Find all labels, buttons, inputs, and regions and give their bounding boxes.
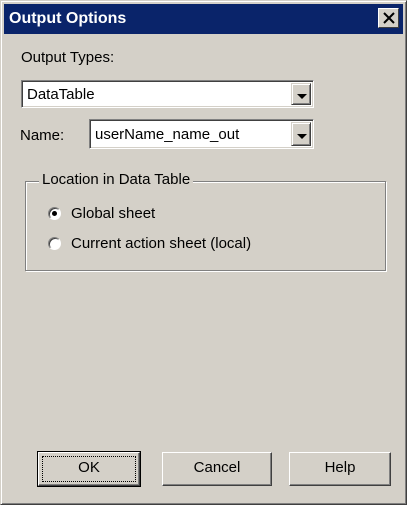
output-types-dropdown-button[interactable] (291, 83, 311, 105)
name-value: userName_name_out (95, 126, 240, 143)
name-label: Name: (20, 127, 65, 144)
chevron-down-icon (297, 94, 307, 99)
radio-button-unchecked[interactable] (48, 237, 61, 250)
location-groupbox-legend: Location in Data Table (39, 171, 194, 188)
output-options-dialog: Output Options Output Types: DataTable N… (0, 0, 407, 505)
output-types-value: DataTable (27, 86, 95, 103)
name-dropdown-button[interactable] (291, 122, 311, 146)
close-icon (383, 12, 395, 24)
output-types-dropdown[interactable]: DataTable (21, 80, 314, 108)
output-types-label: Output Types: (21, 49, 115, 66)
chevron-down-icon (297, 134, 307, 139)
title-bar[interactable]: Output Options (4, 4, 403, 34)
radio-button-checked[interactable] (48, 207, 61, 220)
dialog-title: Output Options (9, 10, 127, 27)
radio-global-sheet-label: Global sheet (71, 205, 156, 222)
radio-current-action-sheet-label: Current action sheet (local) (71, 235, 252, 252)
close-button[interactable] (378, 8, 399, 28)
name-dropdown[interactable]: userName_name_out (89, 119, 314, 149)
cancel-button[interactable]: Cancel (162, 452, 272, 486)
location-groupbox (25, 181, 386, 271)
ok-button[interactable]: OK (37, 451, 141, 487)
radio-dot-icon (52, 211, 57, 216)
help-button[interactable]: Help (289, 452, 391, 486)
